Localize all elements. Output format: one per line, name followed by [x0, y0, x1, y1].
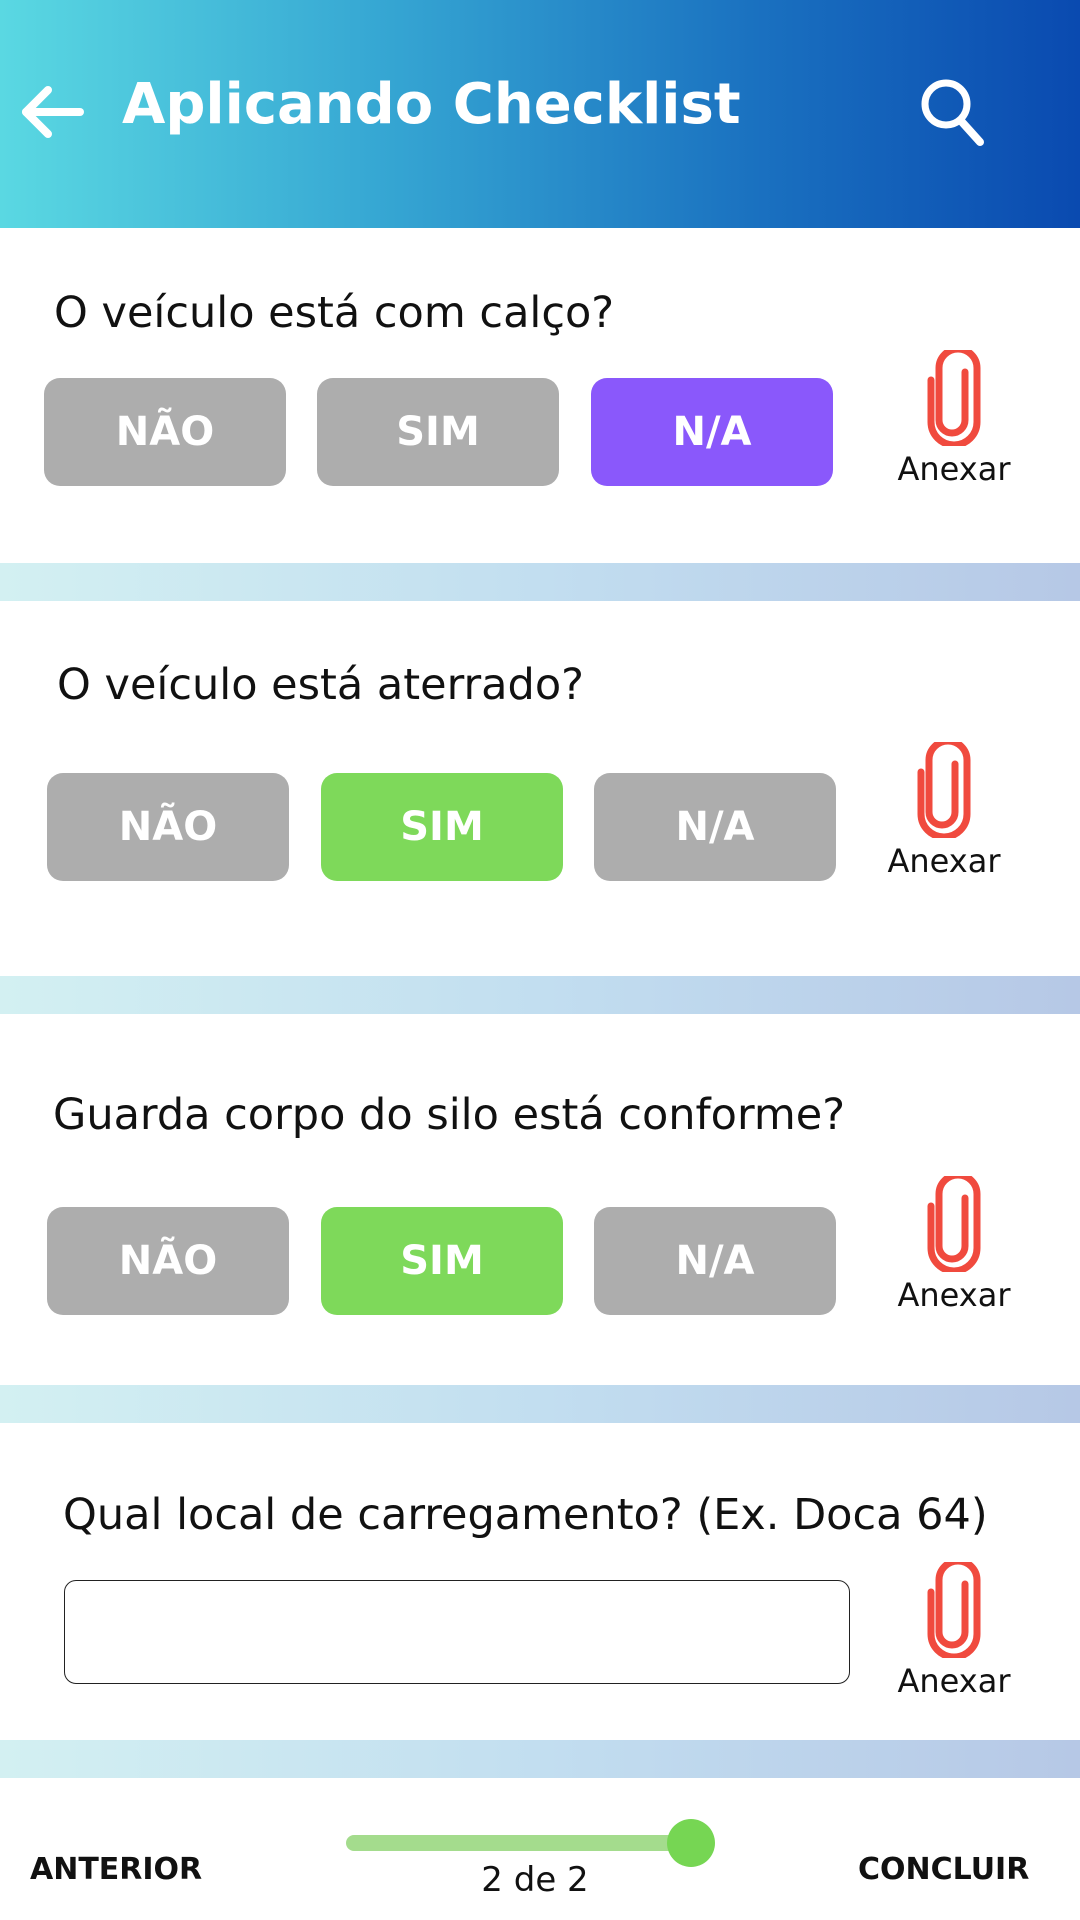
section-divider — [0, 1740, 1080, 1778]
attach-label: Anexar — [887, 842, 1001, 880]
paperclip-icon — [927, 350, 981, 446]
question-text: O veículo está aterrado? — [57, 660, 584, 710]
question-text: Guarda corpo do silo está conforme? — [53, 1090, 846, 1140]
loading-location-input[interactable] — [64, 1580, 850, 1684]
finish-button[interactable]: CONCLUIR — [858, 1852, 1029, 1887]
attach-button[interactable]: Anexar — [894, 1176, 1014, 1316]
paperclip-icon — [927, 1176, 981, 1272]
attach-label: Anexar — [897, 1662, 1011, 1700]
app-header: Aplicando Checklist — [0, 0, 1080, 228]
attach-label: Anexar — [897, 450, 1011, 488]
question-text: O veículo está com calço? — [54, 288, 615, 338]
option-na-button[interactable]: N/A — [594, 773, 836, 881]
attach-button[interactable]: Anexar — [894, 350, 1014, 490]
option-nao-button[interactable]: NÃO — [44, 378, 286, 486]
paperclip-icon — [927, 1562, 981, 1658]
option-sim-button[interactable]: SIM — [317, 378, 559, 486]
option-nao-button[interactable]: NÃO — [47, 1207, 289, 1315]
attach-label: Anexar — [897, 1276, 1011, 1314]
progress-text: 2 de 2 — [481, 1860, 589, 1900]
question-text: Qual local de carregamento? (Ex. Doca 64… — [63, 1490, 988, 1540]
option-sim-button[interactable]: SIM — [321, 1207, 563, 1315]
arrow-left-icon[interactable] — [20, 86, 86, 138]
progress-track — [346, 1835, 686, 1851]
option-sim-button[interactable]: SIM — [321, 773, 563, 881]
page-title: Aplicando Checklist — [122, 72, 741, 137]
progress-knob — [667, 1819, 715, 1867]
section-divider — [0, 976, 1080, 1014]
previous-button[interactable]: ANTERIOR — [30, 1852, 202, 1887]
attach-button[interactable]: Anexar — [884, 742, 1004, 882]
option-na-button[interactable]: N/A — [591, 378, 833, 486]
section-divider — [0, 563, 1080, 601]
paperclip-icon — [917, 742, 971, 838]
option-nao-button[interactable]: NÃO — [47, 773, 289, 881]
section-divider — [0, 1385, 1080, 1423]
attach-button[interactable]: Anexar — [894, 1562, 1014, 1702]
search-icon[interactable] — [918, 76, 986, 148]
option-na-button[interactable]: N/A — [594, 1207, 836, 1315]
